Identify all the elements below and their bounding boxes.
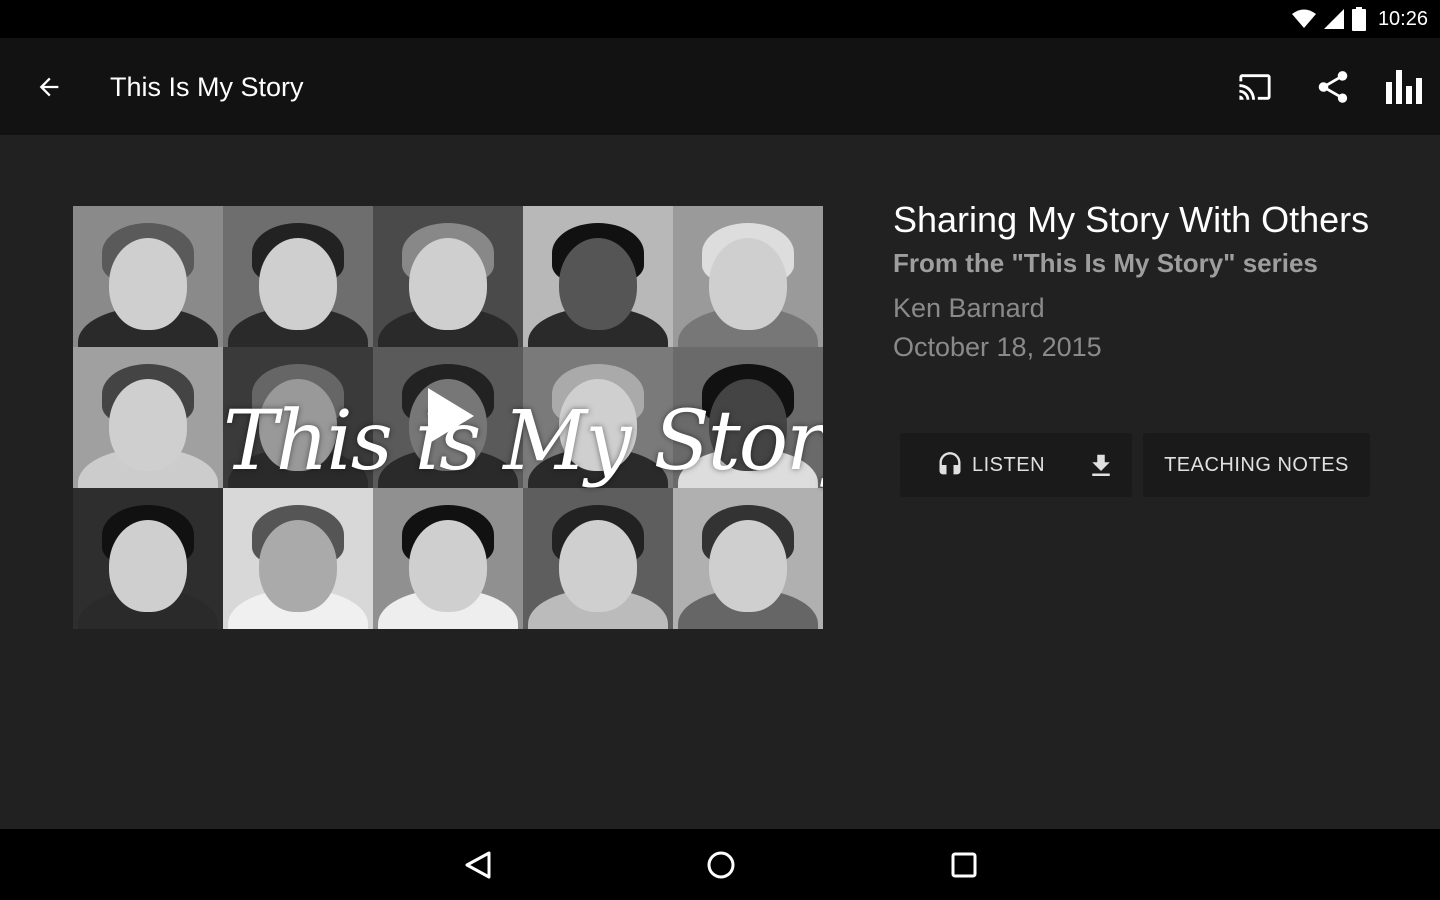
speaker-name: Ken Barnard	[893, 293, 1045, 323]
app-bar: This Is My Story	[0, 38, 1440, 135]
share-icon	[1318, 71, 1348, 103]
teaching-notes-button[interactable]: TEACHING NOTES	[1143, 433, 1370, 497]
home-circle-icon	[707, 851, 735, 879]
collage-tile	[223, 206, 373, 377]
listen-button[interactable]: LISTEN	[900, 433, 1063, 497]
headphones-icon	[939, 452, 961, 475]
download-icon	[1092, 454, 1110, 476]
cast-button[interactable]	[1230, 62, 1280, 112]
video-thumbnail[interactable]: This is My Story	[73, 206, 823, 629]
cell-signal-icon	[1323, 9, 1344, 29]
back-triangle-icon	[465, 851, 491, 879]
arrow-back-icon	[39, 77, 59, 97]
status-bar: 10:26	[0, 0, 1440, 38]
teaching-notes-label: TEACHING NOTES	[1164, 453, 1349, 476]
collage-tile	[523, 488, 673, 629]
collage-tile	[73, 347, 223, 518]
back-button[interactable]	[26, 64, 72, 110]
nav-back-button[interactable]	[456, 843, 500, 887]
status-time: 10:26	[1377, 7, 1428, 30]
collage-tile	[73, 206, 223, 377]
cast-icon	[1239, 74, 1271, 100]
status-icons: 10:26	[1291, 6, 1428, 32]
page-title: This Is My Story	[110, 72, 304, 102]
collage-tile	[673, 206, 823, 377]
battery-icon	[1351, 7, 1366, 31]
recents-square-icon	[951, 852, 977, 878]
collage-tile	[673, 488, 823, 629]
nav-home-button[interactable]	[699, 843, 743, 887]
play-icon[interactable]	[428, 388, 474, 444]
thumbnail-overlay-title: This is My Story	[223, 394, 823, 489]
navigation-bar	[0, 829, 1440, 900]
collage-tile	[523, 206, 673, 377]
listen-label: LISTEN	[972, 453, 1046, 476]
collage-tile	[373, 488, 523, 629]
equalizer-button[interactable]	[1380, 62, 1430, 112]
equalizer-icon	[1386, 70, 1422, 104]
series-subtitle: From the "This Is My Story" series	[893, 248, 1318, 278]
collage-tile	[73, 488, 223, 629]
nav-recents-button[interactable]	[942, 843, 986, 887]
message-title: Sharing My Story With Others	[893, 199, 1370, 240]
wifi-icon	[1291, 9, 1316, 28]
download-button[interactable]	[1084, 449, 1118, 483]
share-button[interactable]	[1308, 62, 1358, 112]
listen-button-group: LISTEN	[900, 433, 1132, 497]
collage-tile	[373, 206, 523, 377]
message-date: October 18, 2015	[893, 332, 1102, 362]
collage-tile	[223, 488, 373, 629]
